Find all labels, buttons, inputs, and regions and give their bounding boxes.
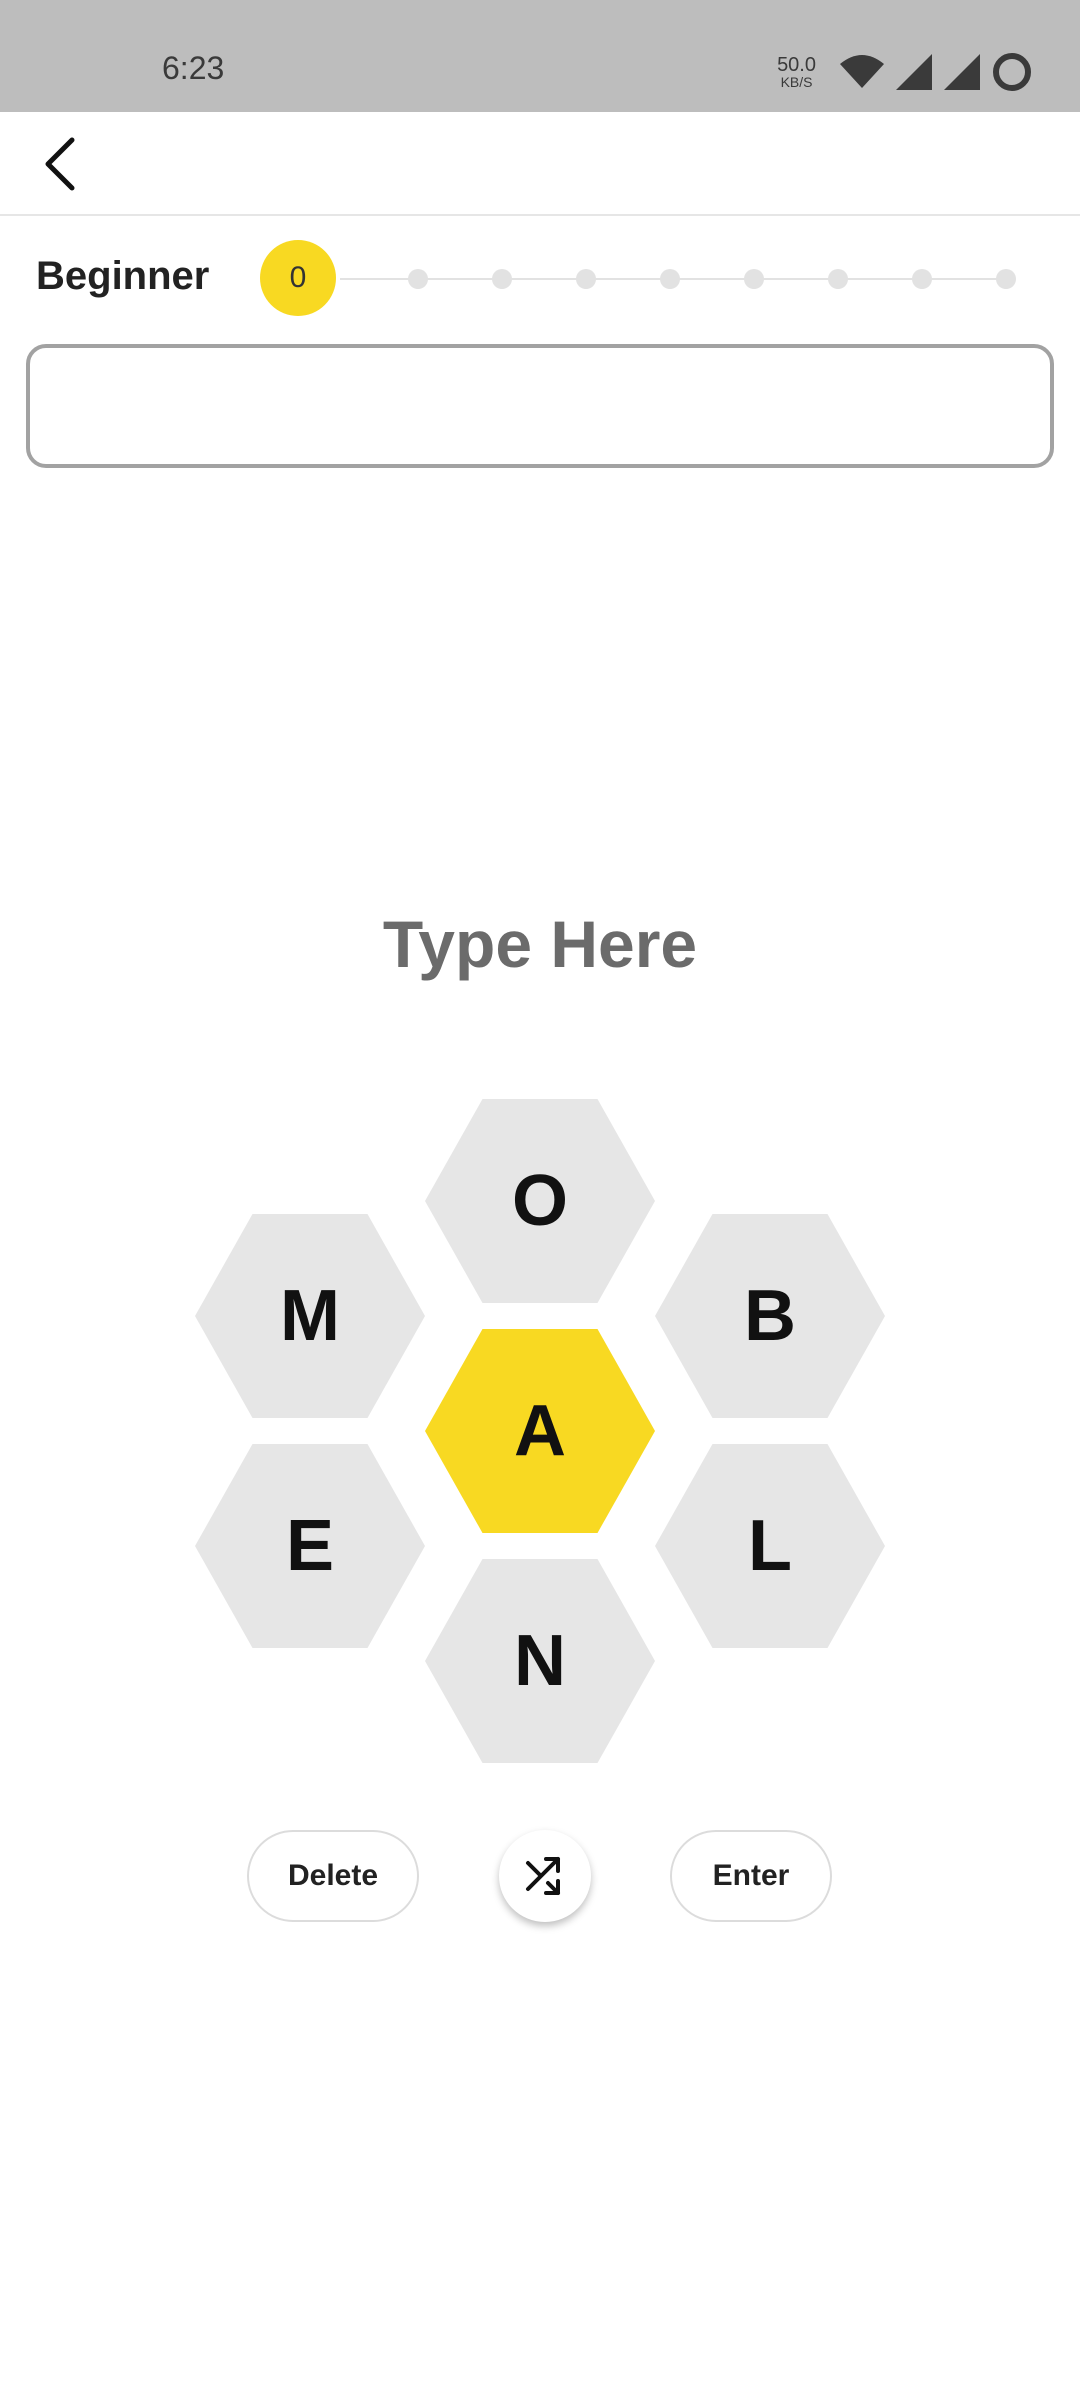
wifi-icon	[840, 55, 884, 88]
hex-letter-text: N	[514, 1621, 566, 1701]
hex-letter-text: B	[744, 1276, 796, 1356]
hex-letter-bottom[interactable]: N	[425, 1559, 655, 1763]
shuffle-button[interactable]	[499, 1830, 591, 1922]
sync-icon	[993, 53, 1031, 91]
level-progress: Beginner 0	[0, 230, 1080, 326]
hex-letter-text: L	[748, 1506, 792, 1586]
progress-milestone	[492, 269, 512, 289]
back-button[interactable]	[30, 134, 90, 194]
score-badge: 0	[260, 240, 336, 316]
hex-letter-upper-left[interactable]: M	[195, 1214, 425, 1418]
score-value: 0	[289, 261, 307, 294]
progress-milestone	[744, 269, 764, 289]
status-bar: 6:23 50.0 KB/S	[0, 0, 1080, 112]
net-speed-unit: KB/S	[780, 74, 813, 90]
hex-letter-text: A	[514, 1391, 566, 1471]
chevron-left-icon	[45, 137, 75, 191]
delete-button-label: Delete	[287, 1859, 379, 1892]
progress-milestone	[660, 269, 680, 289]
found-words-box[interactable]	[26, 344, 1054, 468]
enter-button[interactable]: Enter	[670, 1830, 832, 1922]
signal-icon	[896, 54, 932, 90]
delete-button[interactable]: Delete	[247, 1830, 419, 1922]
hex-letter-upper-right[interactable]: B	[655, 1214, 885, 1418]
level-label: Beginner	[36, 254, 210, 298]
shuffle-icon	[526, 1857, 560, 1895]
signal-icon	[944, 54, 980, 90]
progress-milestone	[912, 269, 932, 289]
progress-milestone	[576, 269, 596, 289]
net-speed: 50.0 KB/S	[777, 55, 816, 89]
hex-letter-text: E	[285, 1506, 335, 1586]
net-speed-value: 50.0	[777, 54, 816, 76]
hex-letter-top[interactable]: O	[425, 1099, 655, 1303]
hex-letter-text: O	[511, 1161, 568, 1241]
enter-button-label: Enter	[712, 1859, 790, 1892]
status-time: 6:23	[162, 50, 225, 86]
status-icons: 50.0 KB/S	[777, 50, 1034, 94]
hex-letter-lower-right[interactable]: L	[655, 1444, 885, 1648]
hex-letter-text: M	[280, 1276, 340, 1356]
word-input-prompt: Type Here	[382, 907, 698, 981]
app-bar	[0, 112, 1080, 216]
hex-letter-lower-left[interactable]: E	[195, 1444, 425, 1648]
hex-letter-center[interactable]: A	[425, 1329, 655, 1533]
progress-milestone	[408, 269, 428, 289]
progress-milestone	[996, 269, 1016, 289]
progress-milestone	[828, 269, 848, 289]
